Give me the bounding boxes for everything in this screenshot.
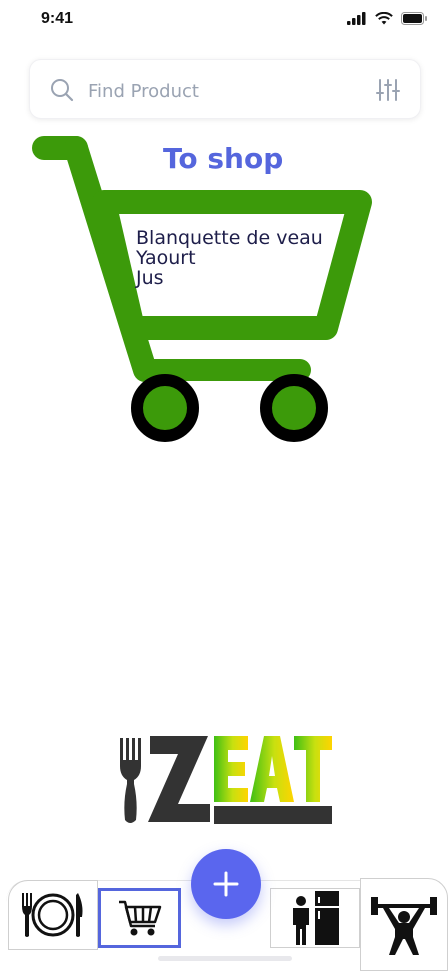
list-item: Yaourt bbox=[136, 247, 196, 269]
status-time: 9:41 bbox=[41, 10, 74, 27]
plus-icon bbox=[213, 871, 239, 897]
battery-icon bbox=[401, 12, 427, 25]
add-button[interactable] bbox=[191, 849, 261, 919]
filter-sliders-icon[interactable] bbox=[376, 78, 400, 106]
search-input[interactable] bbox=[86, 74, 360, 108]
status-icons bbox=[347, 12, 428, 25]
fridge-icon bbox=[293, 891, 339, 945]
shopping-cart-illustration bbox=[32, 136, 372, 442]
weightlifter-icon bbox=[371, 896, 437, 955]
list-item: Jus bbox=[136, 267, 164, 289]
search-icon[interactable] bbox=[50, 78, 74, 106]
tab-fridge[interactable] bbox=[270, 888, 360, 948]
home-indicator bbox=[158, 956, 292, 961]
shopping-list-card: To shop Blanquette de veau Yaourt Jus bbox=[30, 130, 390, 450]
zeat-logo bbox=[118, 732, 336, 828]
plate-cutlery-icon bbox=[22, 893, 83, 937]
list-item: Blanquette de veau bbox=[136, 227, 323, 249]
tab-fitness[interactable] bbox=[360, 878, 448, 971]
cart-title: To shop bbox=[163, 142, 284, 175]
shopping-list: Blanquette de veau Yaourt Jus bbox=[136, 228, 323, 288]
tab-meals[interactable] bbox=[8, 880, 98, 950]
search-bar bbox=[29, 59, 421, 119]
status-bar: 9:41 bbox=[0, 0, 448, 44]
shopping-cart-icon bbox=[118, 900, 161, 936]
wifi-icon bbox=[375, 12, 393, 25]
signal-icon bbox=[347, 12, 366, 25]
tab-shopping[interactable] bbox=[98, 888, 181, 948]
